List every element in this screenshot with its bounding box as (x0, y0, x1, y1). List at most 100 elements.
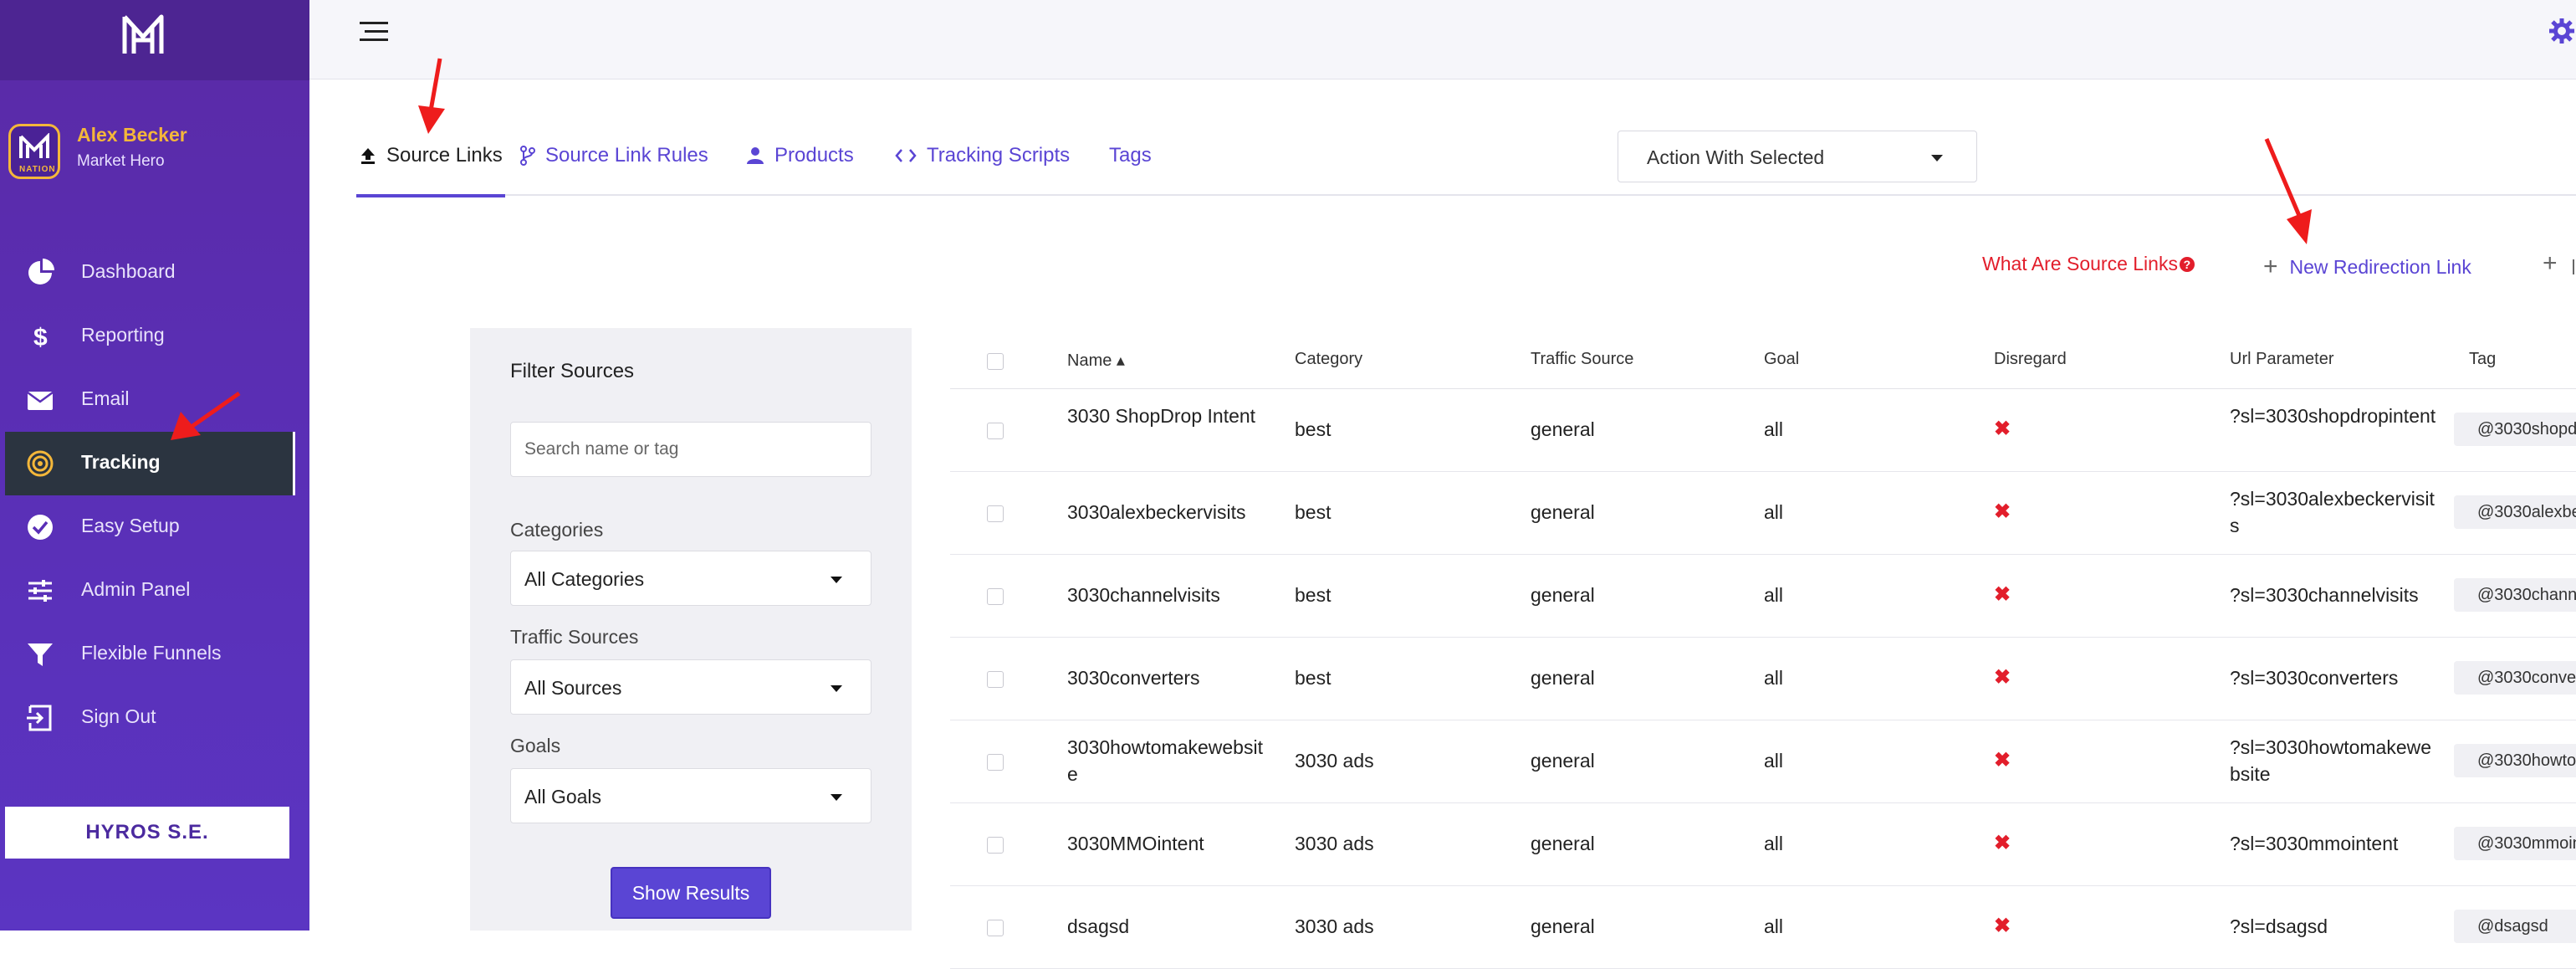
tag-chip[interactable]: @3030mmointent (2454, 827, 2576, 860)
row-checkbox[interactable] (987, 423, 1004, 439)
truncated-link-edge (2573, 259, 2574, 274)
select-value: All Categories (524, 568, 645, 590)
hamburger-menu-icon[interactable] (360, 20, 388, 44)
disregard-x-icon: ✖ (1994, 832, 2011, 854)
sidebar-item-reporting[interactable]: $ Reporting (0, 305, 309, 368)
disregard-x-icon: ✖ (1994, 583, 2011, 606)
plus-icon[interactable]: + (2543, 249, 2558, 278)
source-links-table: Name ▴ Category Traffic Source Goal Disr… (950, 330, 2576, 969)
sidebar-item-email[interactable]: Email (0, 368, 309, 432)
hyros-se-button[interactable]: HYROS S.E. (5, 807, 289, 859)
cell-goal: all (1764, 667, 1784, 689)
cell-name[interactable]: dsagsd (1067, 913, 1268, 940)
what-are-source-links-link[interactable]: What Are Source Links ? (1982, 253, 2195, 275)
tag-chip[interactable]: @3030alexbeckervisits (2454, 495, 2576, 529)
column-header-tag[interactable]: Tag (2469, 350, 2496, 369)
tab-tags[interactable]: Tags (1109, 117, 1152, 194)
tab-source-link-rules[interactable]: Source Link Rules (520, 117, 708, 194)
table-row[interactable]: dsagsd 3030 ads general all ✖ ?sl=dsagsd… (950, 886, 2576, 969)
tab-tracking-scripts[interactable]: Tracking Scripts (895, 117, 1070, 194)
cell-category: best (1295, 501, 1331, 523)
sidebar-item-label: Admin Panel (81, 578, 191, 600)
cell-name[interactable]: 3030converters (1067, 664, 1268, 691)
column-header-disregard[interactable]: Disregard (1994, 350, 2067, 369)
search-input[interactable] (510, 422, 871, 477)
categories-label: Categories (510, 519, 604, 541)
sidebar-item-flexible-funnels[interactable]: Flexible Funnels (0, 623, 309, 686)
column-header-name[interactable]: Name ▴ (1067, 350, 1125, 371)
cell-goal: all (1764, 501, 1784, 523)
cell-goal: all (1764, 584, 1784, 606)
show-results-button[interactable]: Show Results (611, 867, 771, 919)
cell-name[interactable]: 3030MMOintent (1067, 830, 1268, 857)
filter-panel: Filter Sources Categories All Categories… (470, 328, 912, 931)
column-header-goal[interactable]: Goal (1764, 350, 1799, 369)
new-redirection-link-button[interactable]: + New Redirection Link (2263, 253, 2471, 281)
cell-traffic-source: general (1531, 750, 1595, 772)
tag-chip[interactable]: @dsagsd (2454, 910, 2576, 943)
table-row[interactable]: 3030alexbeckervisits best general all ✖ … (950, 472, 2576, 555)
goals-select[interactable]: All Goals (510, 768, 871, 823)
cell-traffic-source: general (1531, 833, 1595, 854)
row-checkbox[interactable] (987, 671, 1004, 688)
row-checkbox[interactable] (987, 588, 1004, 605)
table-row[interactable]: 3030MMOintent 3030 ads general all ✖ ?sl… (950, 803, 2576, 886)
sidebar-item-dashboard[interactable]: Dashboard (0, 241, 309, 305)
row-checkbox[interactable] (987, 837, 1004, 854)
table-row[interactable]: 3030 ShopDrop Intent best general all ✖ … (950, 389, 2576, 472)
check-circle-icon (28, 515, 53, 540)
cell-name[interactable]: 3030 ShopDrop Intent (1067, 402, 1268, 429)
action-with-selected-dropdown[interactable]: Action With Selected (1618, 131, 1977, 182)
disregard-x-icon: ✖ (1994, 915, 2011, 937)
select-all-checkbox[interactable] (987, 353, 1004, 370)
row-checkbox[interactable] (987, 505, 1004, 522)
cell-url-parameter: ?sl=3030mmointent (2230, 833, 2399, 854)
table-row[interactable]: 3030channelvisits best general all ✖ ?sl… (950, 555, 2576, 638)
cell-category: best (1295, 584, 1331, 606)
sidebar-item-easy-setup[interactable]: Easy Setup (0, 495, 309, 559)
cell-url-parameter: ?sl=3030channelvisits (2230, 584, 2419, 606)
plus-icon: + (2263, 253, 2278, 280)
column-header-url-parameter[interactable]: Url Parameter (2230, 350, 2333, 369)
sidebar-item-tracking[interactable]: Tracking (5, 432, 295, 495)
sidebar: NATION Alex Becker Market Hero Dashboard… (0, 0, 309, 931)
brand-logo-icon[interactable] (120, 12, 166, 59)
cell-goal: all (1764, 418, 1784, 440)
traffic-sources-select[interactable]: All Sources (510, 659, 871, 715)
tab-label: Products (774, 144, 854, 167)
profile-company: Market Hero (77, 152, 165, 170)
row-checkbox[interactable] (987, 920, 1004, 936)
tag-chip[interactable]: @3030shopdropintent (2454, 413, 2576, 446)
cell-name[interactable]: 3030howtomakewebsite (1067, 734, 1268, 787)
cell-name[interactable]: 3030alexbeckervisits (1067, 499, 1268, 526)
disregard-x-icon: ✖ (1994, 418, 2011, 440)
column-header-traffic-source[interactable]: Traffic Source (1531, 350, 1633, 369)
envelope-icon (27, 391, 54, 410)
tab-source-links[interactable]: Source Links (356, 117, 505, 197)
pie-chart-icon (28, 259, 54, 285)
code-icon (895, 149, 917, 162)
sidebar-item-label: Flexible Funnels (81, 642, 222, 664)
caret-down-icon (831, 685, 842, 692)
tag-chip[interactable]: @3030channelvisits (2454, 578, 2576, 612)
tag-chip[interactable]: @3030converters (2454, 661, 2576, 695)
cell-url-parameter: ?sl=dsagsd (2230, 915, 2328, 937)
tag-chip[interactable]: @3030howtomakewebsite (2454, 744, 2576, 777)
cell-category: 3030 ads (1295, 750, 1374, 772)
sidebar-item-sign-out[interactable]: Sign Out (0, 686, 309, 750)
gear-icon[interactable] (2548, 17, 2576, 45)
tab-products[interactable]: Products (746, 117, 854, 194)
cell-name[interactable]: 3030channelvisits (1067, 582, 1268, 608)
column-header-category[interactable]: Category (1295, 350, 1362, 369)
sidebar-nav: Dashboard $ Reporting Email Tracking Eas… (0, 241, 309, 750)
user-profile[interactable]: NATION Alex Becker Market Hero (8, 124, 309, 182)
row-checkbox[interactable] (987, 754, 1004, 771)
cell-category: 3030 ads (1295, 833, 1374, 854)
upload-icon (361, 148, 375, 164)
table-row[interactable]: 3030howtomakewebsite 3030 ads general al… (950, 720, 2576, 803)
categories-select[interactable]: All Categories (510, 551, 871, 606)
sidebar-item-admin-panel[interactable]: Admin Panel (0, 559, 309, 623)
svg-text:$: $ (33, 324, 48, 351)
cell-url-parameter: ?sl=3030howtomakewebsite (2230, 736, 2432, 785)
table-row[interactable]: 3030converters best general all ✖ ?sl=30… (950, 638, 2576, 720)
